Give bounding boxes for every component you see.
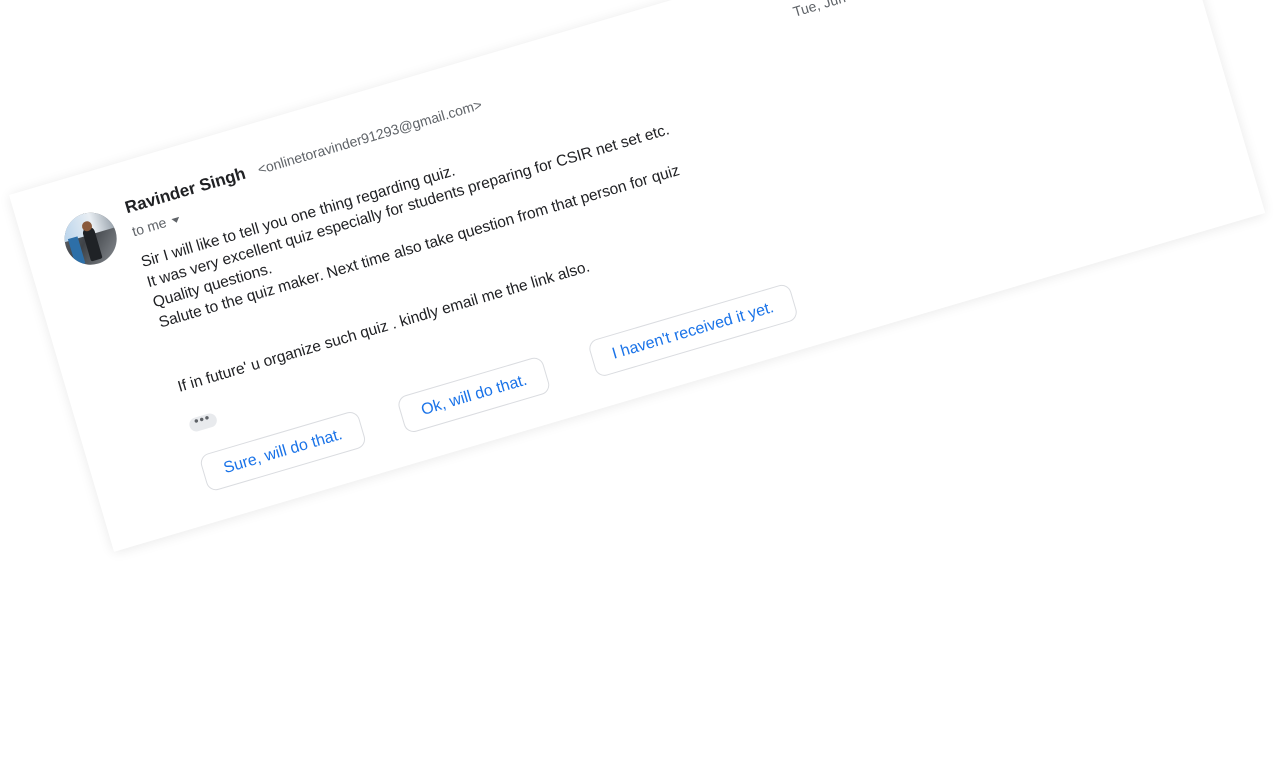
avatar-door xyxy=(67,236,86,267)
email-date: Tue, Jun 9, 1:49 PM xyxy=(791,0,916,20)
email-body: Sir I will like to tell you one thing re… xyxy=(139,99,684,333)
show-trimmed-content-button[interactable]: ••• xyxy=(187,410,219,434)
smart-reply-chip[interactable]: Ok, will do that. xyxy=(396,355,553,435)
email-message-card: Ravinder Singh <onlinetoravinder91293@gm… xyxy=(9,0,1266,552)
sender-avatar[interactable] xyxy=(58,206,123,272)
smart-reply-chip[interactable]: Sure, will do that. xyxy=(198,409,368,493)
recipient-label: to me xyxy=(130,214,169,240)
email-view: Ravinder Singh <onlinetoravinder91293@gm… xyxy=(0,0,1288,782)
sender-name[interactable]: Ravinder Singh xyxy=(123,164,248,218)
caret-down-icon xyxy=(171,216,181,224)
smart-reply-chip[interactable]: I haven't received it yet. xyxy=(586,282,799,379)
